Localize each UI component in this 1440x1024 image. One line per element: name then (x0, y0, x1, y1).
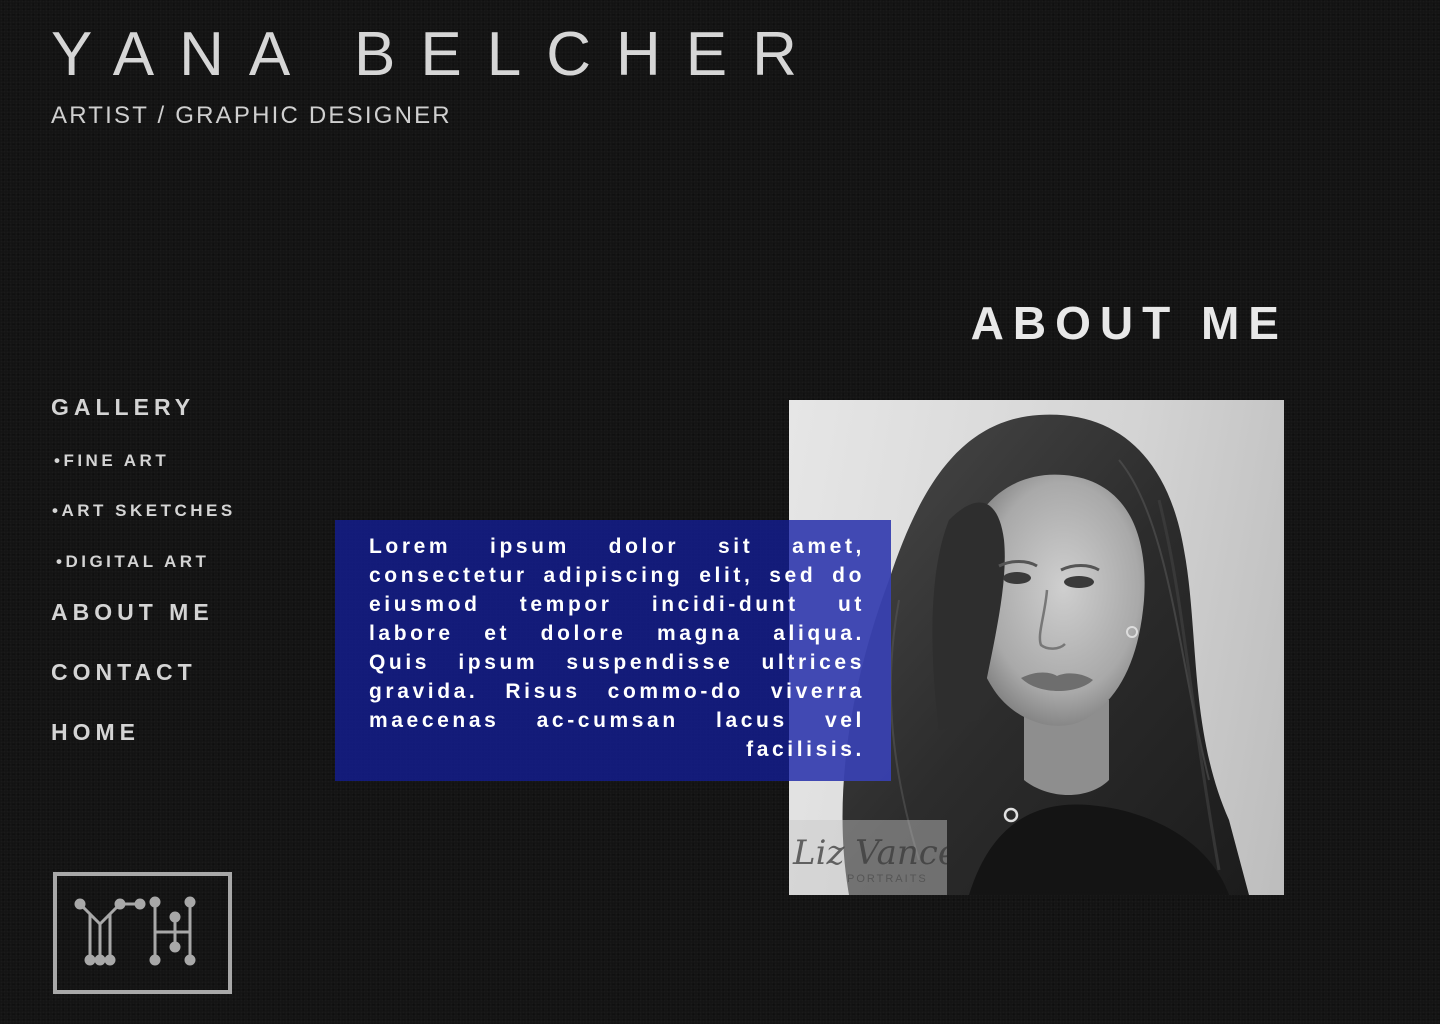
site-title: YANA BELCHER (51, 20, 822, 89)
nav-home[interactable]: HOME (51, 719, 140, 746)
photographer-watermark: Liz Vance PORTRAITS (789, 820, 947, 895)
site-subtitle: ARTIST / GRAPHIC DESIGNER (51, 102, 452, 129)
logo-mark (53, 872, 232, 994)
yh-monogram-icon[interactable] (53, 872, 232, 994)
page-heading: ABOUT ME (970, 297, 1288, 349)
watermark-signature: Liz Vance PORTRAITS (792, 833, 947, 885)
nav-gallery[interactable]: GALLERY (51, 394, 195, 421)
nav-fine-art[interactable]: •FINE ART (54, 451, 169, 471)
about-paragraph: Lorem ipsum dolor sit amet, consectetur … (369, 535, 865, 761)
nav-digital-art[interactable]: •DIGITAL ART (56, 552, 209, 572)
nav-about-me[interactable]: ABOUT ME (51, 599, 214, 626)
nav-art-sketches[interactable]: •ART SKETCHES (52, 501, 236, 521)
watermark-name-text: Liz Vance (792, 833, 947, 873)
nav-contact[interactable]: CONTACT (51, 659, 197, 686)
about-text-box: Lorem ipsum dolor sit amet, consectetur … (335, 520, 891, 781)
watermark-sub-text: PORTRAITS (847, 873, 928, 885)
